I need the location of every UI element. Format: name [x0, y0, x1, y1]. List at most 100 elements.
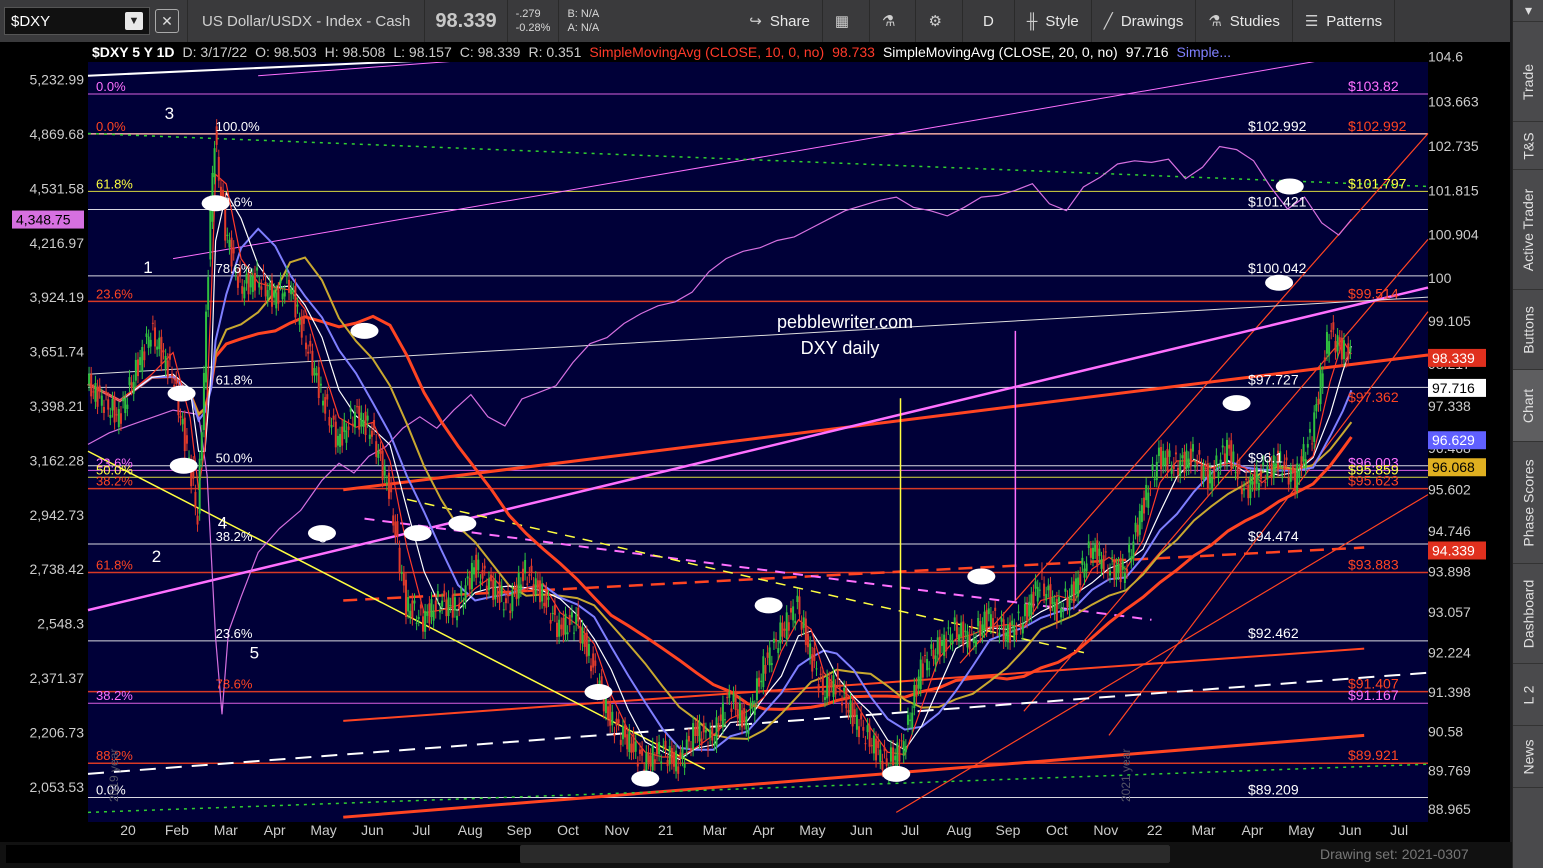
collapse-icon[interactable]: ▾ — [1513, 0, 1543, 22]
candle-body — [285, 273, 288, 277]
fib-label: 50.0% — [216, 451, 253, 466]
tab-news[interactable]: News — [1513, 726, 1543, 788]
candle-body — [1347, 343, 1350, 360]
candle-body — [638, 749, 641, 754]
left-axis-tick: 4,869.68 — [30, 126, 85, 142]
tab-l2[interactable]: L 2 — [1513, 664, 1543, 726]
candle-body — [1251, 481, 1254, 485]
candle-body — [432, 611, 435, 621]
drawings-button[interactable]: ╱ Drawings — [1092, 0, 1197, 42]
candle-body — [213, 148, 216, 178]
tab-buttons[interactable]: Buttons — [1513, 290, 1543, 370]
flask-button[interactable]: ⚗ — [870, 0, 917, 42]
x-axis-tick: Nov — [1093, 822, 1118, 838]
settings-button[interactable]: ⚙ — [916, 0, 963, 42]
fib-label: 61.8% — [216, 372, 253, 387]
candle-body — [302, 317, 305, 324]
candle-body — [307, 351, 310, 354]
tab-trade[interactable]: Trade — [1513, 42, 1543, 122]
candle-body — [700, 738, 703, 745]
pct-change: -0.28% — [515, 22, 551, 34]
x-axis-tick: Mar — [214, 822, 238, 838]
wave-label: 4 — [218, 513, 227, 532]
candle-body — [1226, 439, 1228, 463]
candle-body — [477, 559, 480, 571]
candle-body — [1215, 455, 1218, 465]
candle-body — [902, 741, 905, 756]
candle-body — [928, 668, 931, 670]
candle-body — [1181, 455, 1184, 459]
candle-body — [98, 385, 101, 392]
close-icon[interactable]: ✕ — [155, 9, 179, 33]
candle-body — [815, 668, 818, 670]
left-axis-tick: 4,216.97 — [30, 235, 85, 251]
chart-area[interactable]: 0.0% 0.0% 100.0% 61.8% 88.6% 78.6% 23.6% 61.8% 5… — [0, 42, 1510, 842]
candle-body — [1300, 456, 1303, 470]
candle-body — [294, 285, 297, 318]
candle-body — [547, 597, 550, 600]
candle-body — [772, 638, 775, 643]
candle-body — [798, 596, 801, 615]
change-block: -.279 -0.28% — [506, 0, 559, 42]
fib-label: 61.8% — [96, 557, 133, 572]
style-button[interactable]: ╫ Style — [1015, 0, 1092, 42]
candle-body — [462, 604, 465, 608]
candle-body — [968, 635, 971, 650]
candle-body — [341, 426, 344, 446]
candle-body — [496, 594, 499, 596]
candle-body — [728, 691, 731, 698]
candle-body — [832, 675, 835, 697]
candle-body — [404, 579, 407, 617]
price-chart[interactable]: 0.0%0.0% 100.0%61.8%88.6%78.6%23.6%61.8%5… — [0, 42, 1510, 842]
chevron-down-icon[interactable]: ▼ — [125, 12, 143, 30]
candle-body — [977, 618, 980, 627]
candle-body — [811, 654, 814, 672]
candle-body — [400, 571, 403, 574]
tab-active-trader[interactable]: Active Trader — [1513, 170, 1543, 290]
candle-body — [562, 617, 565, 636]
candle-body — [326, 394, 329, 400]
patterns-button[interactable]: ☰ Patterns — [1293, 0, 1396, 42]
scrollbar-thumb[interactable] — [520, 845, 1170, 863]
candle-body — [249, 276, 252, 288]
fib-value-label: $101.421 — [1248, 194, 1307, 210]
candle-body — [181, 418, 184, 425]
candle-body — [556, 622, 558, 637]
candle-body — [904, 746, 907, 753]
candle-body — [800, 622, 803, 630]
sma10-label[interactable]: SimpleMovingAvg (CLOSE, 10, 0, no) — [585, 44, 828, 60]
year-annotation: 2019 year — [107, 749, 121, 802]
ask: A: N/A — [567, 22, 600, 34]
candle-body — [570, 612, 573, 618]
candle-body — [1325, 331, 1328, 354]
more-studies[interactable]: Simple... — [1173, 44, 1235, 60]
candle-body — [1306, 444, 1309, 448]
candle-body — [781, 622, 784, 637]
interval-button[interactable]: D — [963, 0, 1015, 42]
share-button[interactable]: ↪ Share — [737, 0, 823, 42]
candle-body — [498, 581, 501, 603]
x-axis-tick: Nov — [604, 822, 629, 838]
tab-chart[interactable]: Chart — [1513, 370, 1543, 442]
candle-body — [1285, 457, 1288, 461]
symbol-input[interactable]: $DXY ▼ — [4, 7, 150, 35]
sma20-label[interactable]: SimpleMovingAvg (CLOSE, 20, 0, no) — [879, 44, 1122, 60]
candle-body — [441, 600, 444, 607]
tab-phase-scores[interactable]: Phase Scores — [1513, 442, 1543, 564]
info-low: L: 98.157 — [393, 44, 452, 60]
candle-body — [1219, 459, 1222, 468]
grid-button[interactable]: ▦ — [823, 0, 871, 42]
candle-body — [292, 290, 295, 293]
candle-body — [1045, 593, 1048, 601]
studies-button[interactable]: ⚗ Studies — [1196, 0, 1293, 42]
tab-buttons-label: Buttons — [1520, 305, 1537, 354]
candle-body — [828, 678, 831, 697]
candle-body — [566, 632, 569, 635]
candle-body — [724, 719, 727, 721]
tab-ts[interactable]: T&S — [1513, 122, 1543, 170]
candle-body — [1047, 585, 1050, 591]
candle-body — [507, 591, 510, 597]
tab-dashboard[interactable]: Dashboard — [1513, 564, 1543, 664]
candle-body — [813, 647, 816, 661]
candle-body — [226, 234, 229, 237]
